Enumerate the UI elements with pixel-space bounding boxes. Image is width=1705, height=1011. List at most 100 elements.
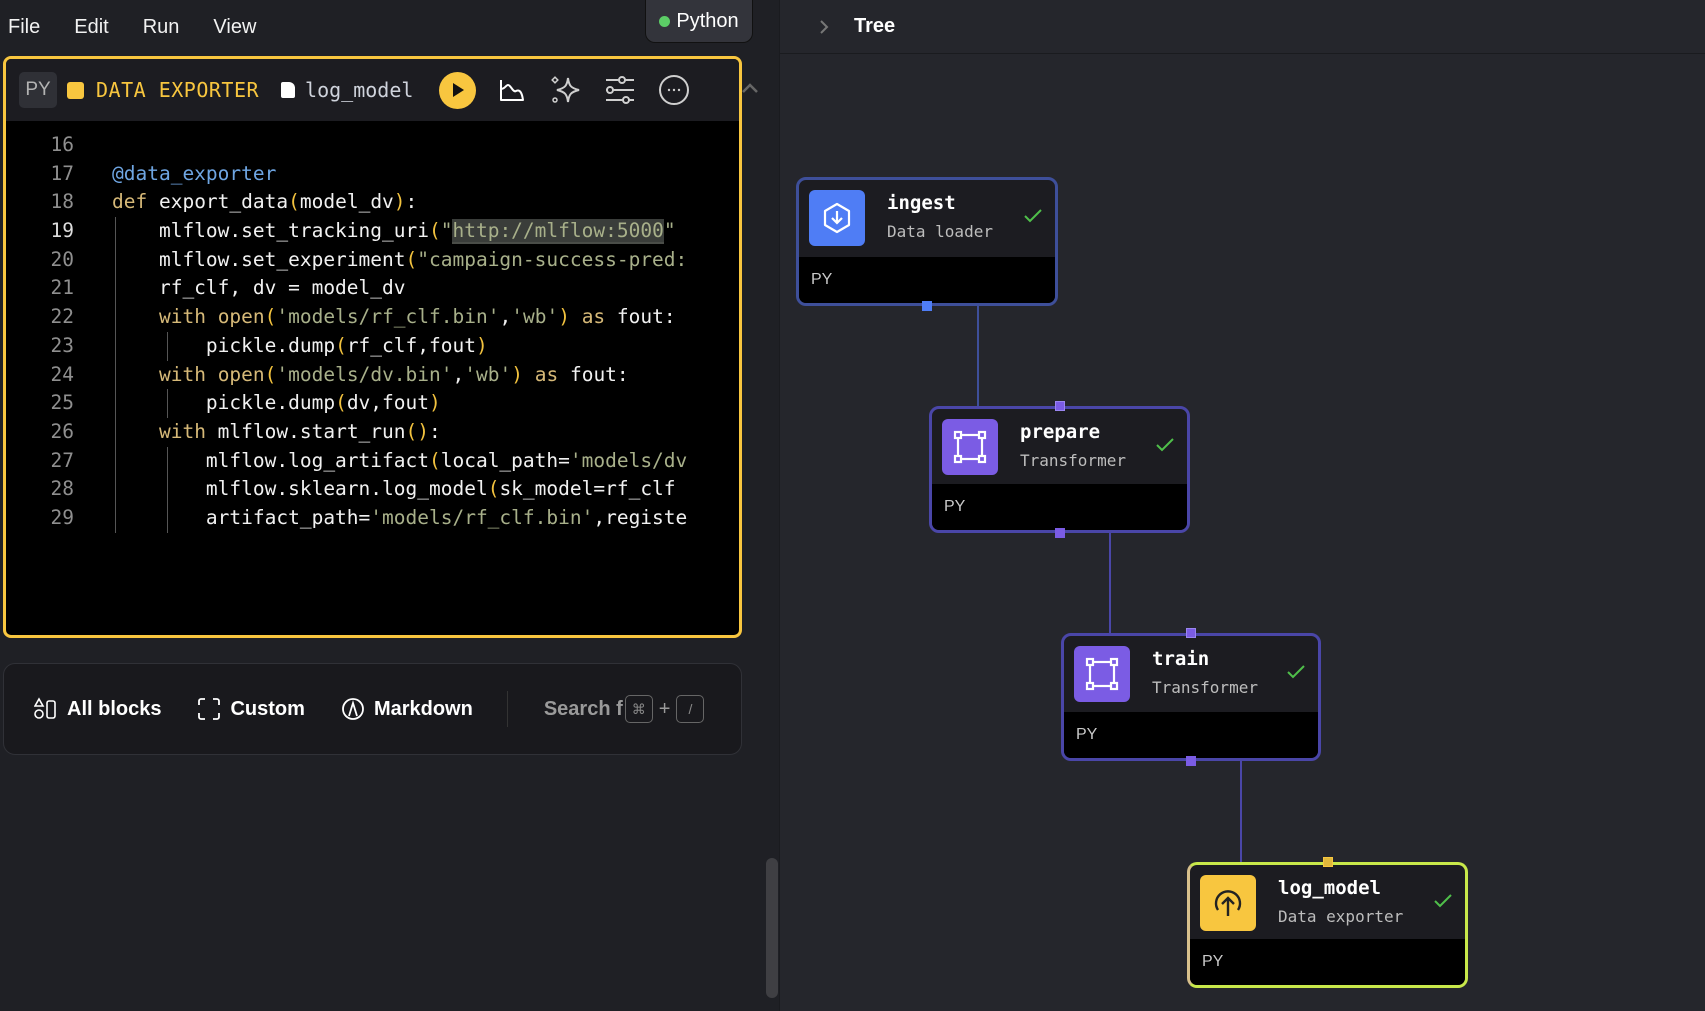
graph-edge xyxy=(976,306,979,406)
code-line[interactable]: 19 mlflow.set_tracking_uri("http://mlflo… xyxy=(6,217,739,246)
code-line[interactable]: 22 with open('models/rf_clf.bin','wb') a… xyxy=(6,303,739,332)
kernel-status-button[interactable]: Python xyxy=(645,0,753,43)
code-line[interactable]: 16 xyxy=(6,131,739,160)
divider xyxy=(506,691,508,727)
code-line[interactable]: 26 with mlflow.start_run(): xyxy=(6,417,739,447)
markdown-block-button[interactable]: Markdown xyxy=(341,697,473,721)
code-text: with mlflow.start_run(): xyxy=(158,419,441,443)
tree-node-log_model[interactable]: log_model Data exporter PY xyxy=(1187,862,1468,988)
shapes-icon xyxy=(34,697,56,719)
command-key: ⌘ xyxy=(624,695,653,723)
code-line[interactable]: 23 pickle.dump(rf_clf,fout) xyxy=(6,331,739,361)
output-port[interactable] xyxy=(922,301,932,311)
success-check-icon xyxy=(1024,209,1042,223)
settings-button[interactable] xyxy=(602,72,638,108)
chart-icon xyxy=(500,80,525,101)
node-footer: PY xyxy=(932,484,1187,530)
line-number: 25 xyxy=(50,391,74,415)
node-language: PY xyxy=(944,498,966,515)
collapse-chevron-icon[interactable] xyxy=(738,76,762,100)
more-options-button[interactable] xyxy=(656,72,692,108)
node-language: PY xyxy=(811,271,833,288)
file-icon xyxy=(281,82,296,98)
line-number: 28 xyxy=(50,477,74,501)
node-language: PY xyxy=(1076,726,1098,743)
block-name[interactable]: log_model xyxy=(305,78,413,102)
custom-block-button[interactable]: Custom xyxy=(197,697,305,721)
graph-edge xyxy=(1109,533,1112,633)
code-text: @data_exporter xyxy=(112,161,277,185)
menu-view[interactable]: View xyxy=(213,16,256,39)
code-text: mlflow.set_experiment("campaign-success-… xyxy=(112,247,688,271)
tree-node-prepare[interactable]: prepare Transformer PY xyxy=(929,406,1190,533)
all-blocks-button[interactable]: All blocks xyxy=(34,697,161,721)
block-type-color-icon xyxy=(67,81,84,99)
markdown-label: Markdown xyxy=(373,697,473,720)
code-text: mlflow.log_artifact(local_path='models/d… xyxy=(112,448,688,472)
custom-frame-icon xyxy=(198,698,221,720)
input-port[interactable] xyxy=(1186,628,1196,638)
run-block-button[interactable] xyxy=(439,71,477,109)
tree-node-train[interactable]: train Transformer PY xyxy=(1061,633,1321,761)
language-badge: PY xyxy=(19,72,57,108)
code-line[interactable]: 29 artifact_path='models/rf_clf.bin',reg… xyxy=(6,503,739,533)
line-number: 27 xyxy=(50,448,74,472)
success-check-icon xyxy=(1434,894,1452,908)
menu-run[interactable]: Run xyxy=(143,16,180,39)
node-title: ingest xyxy=(887,192,956,214)
input-port[interactable] xyxy=(1322,857,1333,867)
node-header: prepare Transformer xyxy=(932,409,1187,488)
code-text: artifact_path='models/rf_clf.bin',regist… xyxy=(112,505,688,529)
chevron-right-icon[interactable] xyxy=(814,17,834,37)
tree-title: Tree xyxy=(854,15,896,37)
output-port[interactable] xyxy=(1186,756,1196,766)
code-line[interactable]: 28 mlflow.sklearn.log_model(sk_model=rf_… xyxy=(6,475,739,504)
code-line[interactable]: 25 pickle.dump(dv,fout) xyxy=(6,389,739,418)
output-port[interactable] xyxy=(1054,528,1065,538)
search-label: Search f xyxy=(543,697,623,720)
code-line[interactable]: 27 mlflow.log_artifact(local_path='model… xyxy=(6,446,739,476)
editor-panel: File Edit Run View Python PY DATA EXPORT… xyxy=(0,0,779,1011)
input-port[interactable] xyxy=(1054,401,1065,411)
line-number: 21 xyxy=(50,276,74,300)
kernel-label: Python xyxy=(676,9,739,32)
success-check-icon xyxy=(1156,438,1174,452)
kernel-status-dot xyxy=(659,15,671,27)
line-number: 24 xyxy=(50,362,74,386)
node-type-icon xyxy=(942,419,998,475)
line-number: 22 xyxy=(50,305,74,329)
ellipsis-icon xyxy=(659,75,690,105)
code-area[interactable]: 16 17 @data_exporter 18 def export_data(mode… xyxy=(6,121,739,533)
code-line-partial xyxy=(6,121,739,131)
add-block-bar: All blocks Custom Markdown Search f ⌘ + … xyxy=(3,663,742,755)
code-block-editor[interactable]: PY DATA EXPORTER log_model 1617@data_e xyxy=(3,56,742,638)
code-line[interactable]: 20 mlflow.set_experiment("campaign-succe… xyxy=(6,245,739,275)
tree-header: Tree xyxy=(780,0,1705,54)
vertical-scrollbar[interactable] xyxy=(766,858,778,998)
download-hexagon-icon xyxy=(823,202,851,234)
graph-edge xyxy=(1240,761,1243,862)
tree-panel: Tree ingest Data loader PY prepare Transform… xyxy=(779,0,1705,1011)
search-blocks-button[interactable]: Search f ⌘ + / xyxy=(544,695,705,723)
line-number: 17 xyxy=(50,161,74,185)
code-text: with open('models/dv.bin','wb') as fout: xyxy=(158,362,629,386)
code-line[interactable]: 18 def export_data(model_dv): xyxy=(6,188,739,217)
ai-sparkle-button[interactable] xyxy=(548,72,584,108)
node-header: log_model Data exporter xyxy=(1190,865,1465,944)
transform-square-icon xyxy=(1085,657,1119,691)
code-line[interactable]: 21 rf_clf, dv = model_dv xyxy=(6,274,739,304)
upload-circle-icon xyxy=(1214,890,1242,916)
menu-file[interactable]: File xyxy=(8,16,40,39)
code-text: def export_data(model_dv): xyxy=(112,190,418,214)
menu-edit[interactable]: Edit xyxy=(74,16,108,39)
line-number: 20 xyxy=(50,247,74,271)
chart-button[interactable] xyxy=(494,72,530,108)
line-number: 29 xyxy=(50,505,74,529)
node-type-icon xyxy=(809,190,865,246)
node-title: prepare xyxy=(1020,421,1101,443)
code-line[interactable]: 17 @data_exporter xyxy=(6,160,739,189)
code-line[interactable]: 24 with open('models/dv.bin','wb') as fo… xyxy=(6,360,739,390)
line-number: 18 xyxy=(50,190,74,214)
tree-node-ingest[interactable]: ingest Data loader PY xyxy=(796,177,1058,306)
code-text: pickle.dump(rf_clf,fout) xyxy=(112,333,488,357)
